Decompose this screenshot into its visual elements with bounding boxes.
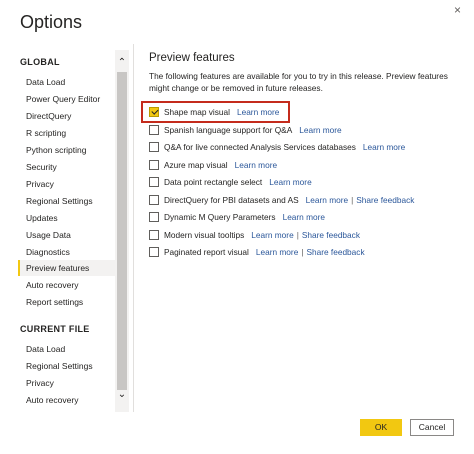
feature-label: Modern visual tooltips (164, 230, 245, 240)
learn-more-link[interactable]: Learn more (256, 247, 298, 257)
link-separator: | (301, 247, 304, 257)
sidebar-item-data-load[interactable]: Data Load (18, 74, 115, 90)
sidebar-item-current-privacy[interactable]: Privacy (18, 375, 115, 391)
data-point-select-checkbox[interactable] (149, 177, 159, 187)
sidebar-item-python-scripting[interactable]: Python scripting (18, 142, 115, 158)
learn-more-link[interactable]: Learn more (306, 195, 348, 205)
highlight-box (141, 101, 290, 123)
cancel-button[interactable]: Cancel (410, 419, 454, 436)
share-feedback-link[interactable]: Share feedback (306, 247, 364, 257)
learn-more-link[interactable]: Learn more (269, 177, 311, 187)
directquery-pbi-checkbox[interactable] (149, 195, 159, 205)
feature-row-data-point-rectangle-select: Data point rectangle select Learn more (149, 175, 312, 189)
feature-label: Dynamic M Query Parameters (164, 212, 276, 222)
sidebar-item-report-settings[interactable]: Report settings (18, 294, 115, 310)
sidebar-item-privacy[interactable]: Privacy (18, 176, 115, 192)
azure-map-checkbox[interactable] (149, 160, 159, 170)
sidebar-item-security[interactable]: Security (18, 159, 115, 175)
sidebar-item-preview-features[interactable]: Preview features (18, 260, 115, 276)
sidebar-item-regional-settings[interactable]: Regional Settings (18, 193, 115, 209)
sidebar-item-current-data-load[interactable]: Data Load (18, 341, 115, 357)
scroll-up-icon[interactable]: ⌃ (115, 56, 129, 70)
share-feedback-link[interactable]: Share feedback (356, 195, 414, 205)
qna-live-as-checkbox[interactable] (149, 142, 159, 152)
sidebar-item-auto-recovery[interactable]: Auto recovery (18, 277, 115, 293)
feature-row-directquery-pbi: DirectQuery for PBI datasets and AS Lear… (149, 193, 414, 207)
sidebar-header-global: GLOBAL (20, 57, 60, 67)
sidebar-item-r-scripting[interactable]: R scripting (18, 125, 115, 141)
vertical-divider (133, 44, 134, 412)
share-feedback-link[interactable]: Share feedback (302, 230, 360, 240)
sidebar: GLOBAL Data Load Power Query Editor Dire… (18, 50, 130, 412)
feature-row-dynamic-m-query: Dynamic M Query Parameters Learn more (149, 210, 325, 224)
link-separator: | (351, 195, 354, 205)
section-description: The following features are available for… (149, 71, 448, 93)
feature-label: Azure map visual (164, 160, 228, 170)
learn-more-link[interactable]: Learn more (299, 125, 341, 135)
sidebar-item-usage-data[interactable]: Usage Data (18, 227, 115, 243)
sidebar-item-diagnostics[interactable]: Diagnostics (18, 244, 115, 260)
feature-row-modern-tooltips: Modern visual tooltips Learn more | Shar… (149, 228, 360, 242)
modern-tooltips-checkbox[interactable] (149, 230, 159, 240)
feature-label: Data point rectangle select (164, 177, 263, 187)
feature-row-qna-live-as: Q&A for live connected Analysis Services… (149, 140, 405, 154)
spanish-qna-checkbox[interactable] (149, 125, 159, 135)
feature-label: Paginated report visual (164, 247, 249, 257)
sidebar-scrollbar[interactable]: ⌃ ⌄ (115, 50, 129, 412)
ok-button[interactable]: OK (360, 419, 402, 436)
feature-row-azure-map: Azure map visual Learn more (149, 158, 277, 172)
learn-more-link[interactable]: Learn more (363, 142, 405, 152)
feature-label: Spanish language support for Q&A (164, 125, 293, 135)
sidebar-header-current-file: CURRENT FILE (20, 324, 90, 334)
learn-more-link[interactable]: Learn more (251, 230, 293, 240)
feature-row-paginated-report: Paginated report visual Learn more | Sha… (149, 245, 365, 259)
sidebar-item-current-regional-settings[interactable]: Regional Settings (18, 358, 115, 374)
scrollbar-thumb[interactable] (117, 72, 127, 390)
sidebar-item-updates[interactable]: Updates (18, 210, 115, 226)
feature-row-spanish-qna: Spanish language support for Q&A Learn m… (149, 123, 342, 137)
sidebar-item-current-auto-recovery[interactable]: Auto recovery (18, 392, 115, 408)
learn-more-link[interactable]: Learn more (283, 212, 325, 222)
options-title: Options (20, 12, 83, 32)
scroll-down-icon[interactable]: ⌄ (115, 388, 129, 402)
feature-label: Q&A for live connected Analysis Services… (164, 142, 356, 152)
section-title: Preview features (149, 52, 235, 64)
feature-label: DirectQuery for PBI datasets and AS (164, 195, 299, 205)
learn-more-link[interactable]: Learn more (235, 160, 277, 170)
sidebar-item-power-query-editor[interactable]: Power Query Editor (18, 91, 115, 107)
paginated-report-checkbox[interactable] (149, 247, 159, 257)
close-icon[interactable]: × (454, 3, 461, 17)
sidebar-item-directquery[interactable]: DirectQuery (18, 108, 115, 124)
link-separator: | (296, 230, 299, 240)
dynamic-m-query-checkbox[interactable] (149, 212, 159, 222)
